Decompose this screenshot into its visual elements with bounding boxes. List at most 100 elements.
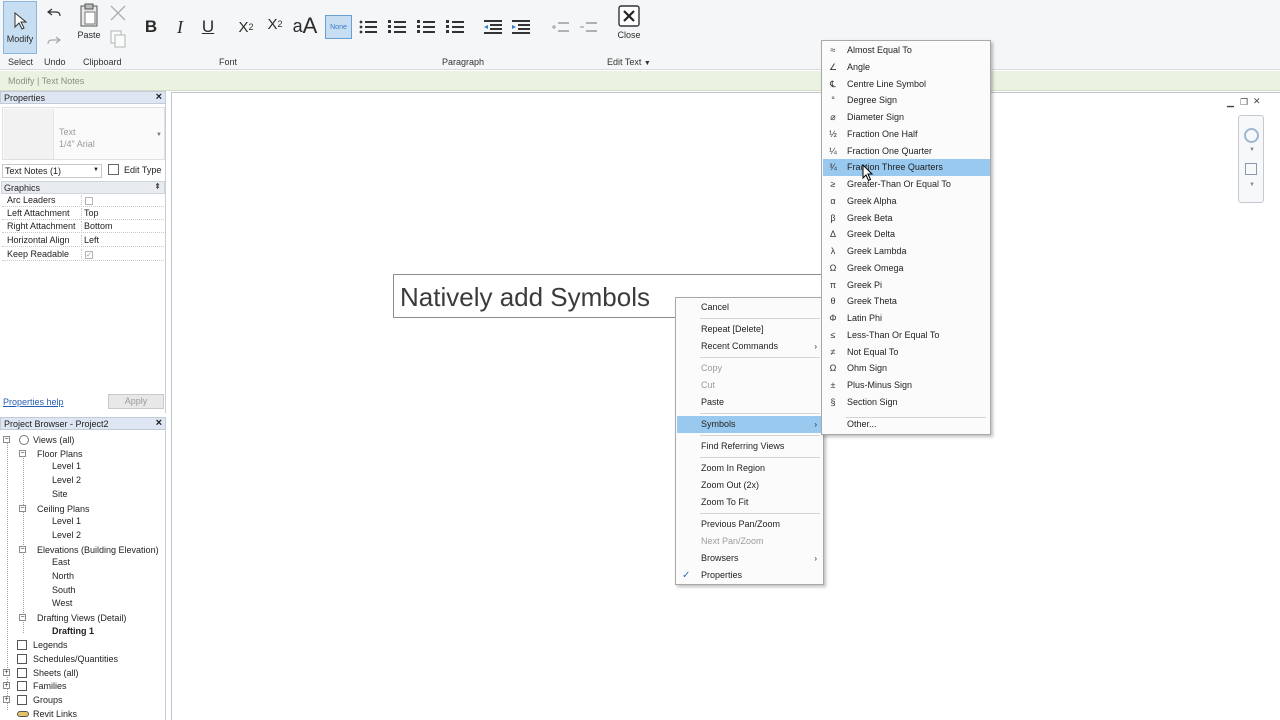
menu-item-paste[interactable]: Paste <box>677 394 823 411</box>
tree-item-site[interactable]: Site <box>52 489 68 502</box>
menu-item-repeat[interactable]: Repeat [Delete] <box>677 321 823 338</box>
instance-selector[interactable]: Text Notes (1) ▼ <box>2 164 102 178</box>
properties-help-link[interactable]: Properties help <box>3 397 64 407</box>
menu-item-zoom-to-fit[interactable]: Zoom To Fit <box>677 494 823 511</box>
symbol-item[interactable]: ≈ Almost Equal To <box>823 42 990 59</box>
symbol-item[interactable]: ¼ Fraction One Quarter <box>823 143 990 160</box>
expand-icon[interactable]: + <box>3 696 10 703</box>
checkbox-checked[interactable]: ✓ <box>85 251 93 259</box>
edit-type-button[interactable]: Edit Type <box>107 163 165 178</box>
redo-button[interactable] <box>45 33 63 49</box>
list-none-button[interactable]: None <box>325 15 352 39</box>
close-icon[interactable]: × <box>156 91 162 103</box>
symbol-item[interactable]: π Greek Pi <box>823 277 990 294</box>
apply-button[interactable]: Apply <box>108 394 164 409</box>
menu-item-properties[interactable]: ✓ Properties <box>677 567 823 584</box>
menu-item-find-referring-views[interactable]: Find Referring Views <box>677 438 823 455</box>
numbering-button[interactable] <box>386 16 408 38</box>
undo-button[interactable] <box>45 5 63 21</box>
zoom-icon[interactable] <box>1245 163 1257 175</box>
modify-button[interactable]: Modify <box>3 1 37 54</box>
symbol-item[interactable]: ¾ Fraction Three Quarters <box>823 159 990 177</box>
menu-item-cancel[interactable]: Cancel <box>677 299 823 316</box>
close-view-icon[interactable]: ✕ <box>1253 96 1261 107</box>
symbol-item[interactable]: β Greek Beta <box>823 210 990 227</box>
menu-item-symbols[interactable]: Symbols › <box>677 416 823 433</box>
tree-item-ceiling-level-1[interactable]: Level 1 <box>52 516 81 529</box>
menu-item-next-pan-zoom[interactable]: Next Pan/Zoom <box>677 533 823 550</box>
all-caps-button[interactable]: aA <box>293 13 318 39</box>
tree-item-ceiling-level-2[interactable]: Level 2 <box>52 530 81 543</box>
collapse-icon[interactable]: − <box>19 450 26 457</box>
symbol-item[interactable]: Ω Ohm Sign <box>823 360 990 377</box>
symbol-item[interactable]: α Greek Alpha <box>823 193 990 210</box>
symbol-item[interactable]: Δ Greek Delta <box>823 226 990 243</box>
uppercase-list-button[interactable] <box>444 16 466 38</box>
symbol-item[interactable]: Φ Latin Phi <box>823 310 990 327</box>
chevron-down-icon[interactable]: ▼ <box>1249 182 1255 188</box>
type-selector[interactable]: Text 1/4" Arial ▼ <box>2 107 165 160</box>
restore-icon[interactable]: ❐ <box>1240 97 1248 108</box>
menu-item-recent-commands[interactable]: Recent Commands › <box>677 338 823 355</box>
prop-row-arc-leaders[interactable]: Arc Leaders <box>2 194 166 207</box>
symbol-item[interactable]: ≠ Not Equal To <box>823 344 990 361</box>
minimize-icon[interactable]: ▁ <box>1227 97 1234 108</box>
collapse-icon[interactable]: − <box>19 546 26 553</box>
cut-button[interactable] <box>108 3 128 23</box>
tree-item-west[interactable]: West <box>52 598 72 611</box>
superscript-button[interactable]: X2 <box>264 13 286 35</box>
decrease-spacing-button[interactable] <box>577 16 599 38</box>
menu-item-other[interactable]: Other... <box>823 416 990 433</box>
bold-button[interactable]: B <box>141 17 161 37</box>
prop-row-horizontal-align[interactable]: Horizontal Align Left <box>2 234 166 247</box>
close-icon[interactable]: × <box>156 417 162 429</box>
expand-icon[interactable]: + <box>3 682 10 689</box>
symbol-item[interactable]: ⌀ Diameter Sign <box>823 109 990 126</box>
italic-button[interactable]: I <box>170 17 190 37</box>
symbol-item[interactable]: ° Degree Sign <box>823 92 990 109</box>
checkbox[interactable] <box>85 197 93 205</box>
menu-item-browsers[interactable]: Browsers › <box>677 550 823 567</box>
underline-button[interactable]: U <box>198 17 218 37</box>
tree-item-south[interactable]: South <box>52 585 76 598</box>
tree-item-level-2[interactable]: Level 2 <box>52 475 81 488</box>
tree-item-north[interactable]: North <box>52 571 74 584</box>
menu-item-cut[interactable]: Cut <box>677 377 823 394</box>
bullets-button[interactable] <box>357 16 379 38</box>
collapse-icon[interactable]: − <box>3 436 10 443</box>
decrease-indent-button[interactable] <box>482 16 504 38</box>
symbol-item[interactable]: θ Greek Theta <box>823 293 990 310</box>
symbol-item[interactable]: ≥ Greater-Than Or Equal To <box>823 176 990 193</box>
symbol-item[interactable]: ℄ Centre Line Symbol <box>823 76 990 93</box>
symbol-item[interactable]: ± Plus-Minus Sign <box>823 377 990 394</box>
symbol-item[interactable]: ∠ Angle <box>823 59 990 76</box>
subscript-button[interactable]: X2 <box>235 17 257 37</box>
graphics-group-header[interactable]: Graphics ⇞ <box>1 181 165 194</box>
tree-item-level-1[interactable]: Level 1 <box>52 461 81 474</box>
menu-item-copy[interactable]: Copy <box>677 360 823 377</box>
edit-text-panel-label[interactable]: Edit Text ▼ <box>607 57 651 67</box>
tree-item-drafting-1[interactable]: Drafting 1 <box>52 626 94 639</box>
menu-item-zoom-in-region[interactable]: Zoom In Region <box>677 460 823 477</box>
symbol-item[interactable]: ≤ Less-Than Or Equal To <box>823 327 990 344</box>
steering-wheel-icon[interactable] <box>1244 128 1259 143</box>
symbol-item[interactable]: ½ Fraction One Half <box>823 126 990 143</box>
chevron-down-icon[interactable]: ▼ <box>1249 147 1255 153</box>
collapse-icon[interactable]: − <box>19 505 26 512</box>
expand-icon[interactable]: + <box>3 669 10 676</box>
lowercase-list-button[interactable] <box>415 16 437 38</box>
menu-item-zoom-out[interactable]: Zoom Out (2x) <box>677 477 823 494</box>
collapse-icon[interactable]: − <box>19 614 26 621</box>
prop-row-right-attachment[interactable]: Right Attachment Bottom <box>2 220 166 233</box>
close-button[interactable]: Close <box>614 1 644 43</box>
prop-row-left-attachment[interactable]: Left Attachment Top <box>2 207 166 220</box>
symbol-item[interactable]: λ Greek Lambda <box>823 243 990 260</box>
tree-item-east[interactable]: East <box>52 557 70 570</box>
prop-row-keep-readable[interactable]: Keep Readable ✓ <box>2 248 166 261</box>
paste-button[interactable]: Paste <box>76 1 102 41</box>
symbol-item[interactable]: Ω Greek Omega <box>823 260 990 277</box>
copy-button[interactable] <box>108 28 128 50</box>
increase-indent-button[interactable] <box>510 16 532 38</box>
symbol-item[interactable]: § Section Sign <box>823 394 990 411</box>
menu-item-previous-pan-zoom[interactable]: Previous Pan/Zoom <box>677 516 823 533</box>
